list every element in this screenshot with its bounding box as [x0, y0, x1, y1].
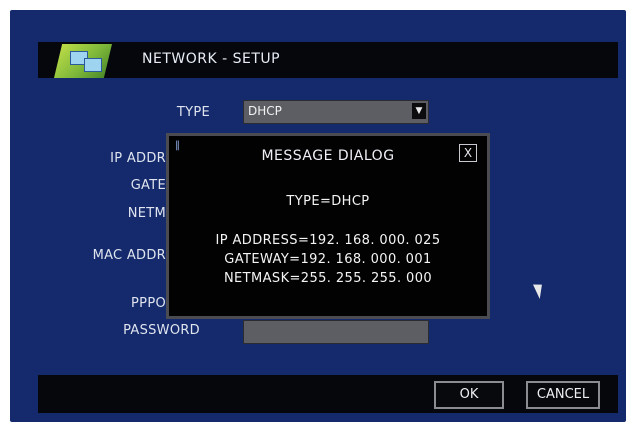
title-bar: NETWORK - SETUP — [38, 42, 618, 78]
type-select[interactable]: DHCP ▼ — [243, 100, 429, 124]
mac-address-label: MAC ADDR — [92, 248, 166, 263]
dropdown-arrow-icon[interactable]: ▼ — [412, 103, 426, 119]
dialog-gateway-line: GATEWAY=192. 168. 000. 001 — [224, 252, 432, 267]
type-select-value: DHCP — [248, 104, 282, 118]
bottom-bar: OK CANCEL — [38, 375, 618, 413]
ip-address-label: IP ADDR — [110, 151, 166, 166]
type-label: TYPE — [176, 105, 210, 120]
dialog-ip-line: IP ADDRESS=192. 168. 000. 025 — [215, 233, 441, 248]
close-button[interactable]: X — [459, 144, 477, 162]
gateway-label: GATE — [130, 178, 166, 193]
dialog-title: MESSAGE DIALOG — [261, 148, 395, 164]
cancel-button[interactable]: CANCEL — [526, 381, 600, 409]
window-icon — [84, 58, 102, 72]
ok-button[interactable]: OK — [434, 381, 504, 409]
netmask-label: NETM — [127, 206, 166, 221]
message-dialog: ‖ MESSAGE DIALOG X TYPE=DHCP IP ADDRESS=… — [166, 133, 490, 319]
pppoe-label: PPPO — [131, 296, 166, 311]
dvr-screen: NETWORK - SETUP TYPE DHCP ▼ IP ADDR GATE… — [10, 10, 626, 422]
page-title: NETWORK - SETUP — [142, 51, 281, 67]
mouse-pointer-icon — [532, 281, 548, 299]
password-label: PASSWORD — [123, 323, 200, 338]
dialog-netmask-line: NETMASK=255. 255. 255. 000 — [223, 271, 433, 286]
password-field[interactable] — [243, 320, 429, 344]
network-setup-icon — [54, 44, 112, 78]
dialog-type-line: TYPE=DHCP — [286, 194, 370, 209]
